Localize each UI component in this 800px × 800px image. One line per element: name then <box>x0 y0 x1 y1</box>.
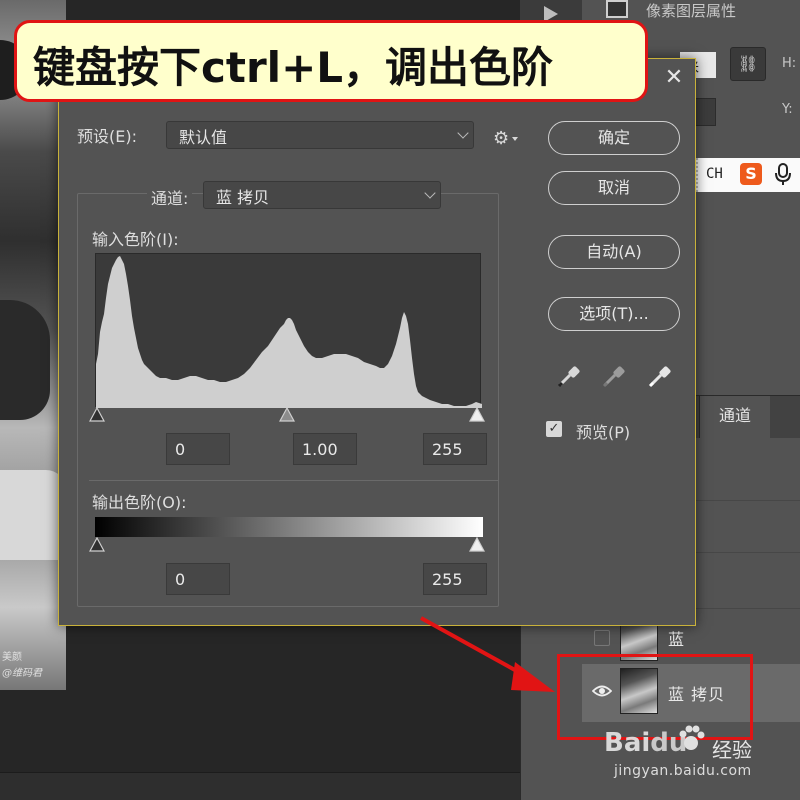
properties-title: 像素图层属性 <box>646 2 737 20</box>
ok-button[interactable]: 确定 <box>548 121 680 155</box>
canvas-status-strip <box>0 772 520 800</box>
photo-shape <box>0 470 66 560</box>
caret-down-icon[interactable] <box>512 137 518 141</box>
close-icon[interactable]: ✕ <box>653 59 695 99</box>
photo-watermark-line2: @维码君 <box>2 668 42 679</box>
y-label: Y: <box>782 102 793 117</box>
preview-checkbox[interactable]: ✓ <box>546 421 562 437</box>
watermark-url: jingyan.baidu.com <box>614 763 752 779</box>
link-icon[interactable]: ⛓ <box>730 47 766 81</box>
input-black-slider[interactable] <box>89 407 105 423</box>
input-white-field[interactable]: 255 <box>423 433 487 465</box>
input-gamma-slider[interactable] <box>279 407 295 423</box>
histogram-graph <box>96 256 482 408</box>
cancel-button[interactable]: 取消 <box>548 171 680 205</box>
input-levels-label: 输入色阶(I): <box>92 230 179 249</box>
levels-dialog: ✕ 预设(E): 默认值 ⚙ 通道: 蓝 拷贝 输入色阶(I): 0 1.00 … <box>58 58 696 626</box>
input-gamma-field[interactable]: 1.00 <box>293 433 357 465</box>
instruction-text: 键盘按下ctrl+L，调出色阶 <box>33 43 554 92</box>
preview-label: 预览(P) <box>576 423 631 442</box>
input-black-field[interactable]: 0 <box>166 433 230 465</box>
output-black-field[interactable]: 0 <box>166 563 230 595</box>
output-white-field[interactable]: 255 <box>423 563 487 595</box>
channel-value: 蓝 拷贝 <box>216 188 270 207</box>
instruction-banner: 键盘按下ctrl+L，调出色阶 <box>14 20 648 102</box>
baidu-logo-bai: Bai <box>604 728 651 758</box>
preset-value: 默认值 <box>179 128 228 147</box>
histogram <box>95 253 482 408</box>
channel-name: 蓝 <box>668 630 686 649</box>
chevron-down-icon <box>424 187 436 199</box>
input-white-slider[interactable] <box>469 407 485 423</box>
baidu-logo: Baidu <box>604 728 687 758</box>
visibility-toggle[interactable] <box>594 630 610 646</box>
photo-shape <box>0 300 50 420</box>
chevron-down-icon <box>457 127 469 139</box>
preset-label: 预设(E): <box>77 127 137 146</box>
preset-select[interactable]: 默认值 <box>166 121 474 149</box>
jingyan-text: 经验 <box>712 738 752 762</box>
microphone-icon[interactable] <box>772 162 794 186</box>
sogou-logo-icon[interactable]: S <box>740 163 762 185</box>
h-label: H: <box>782 56 797 71</box>
channel-name: 蓝 拷贝 <box>668 685 726 704</box>
output-white-slider[interactable] <box>469 537 485 553</box>
output-gradient-bar <box>95 517 483 537</box>
white-eyedropper-icon[interactable] <box>647 363 673 389</box>
channel-thumbnail <box>620 668 658 714</box>
pixel-layer-icon <box>606 0 628 18</box>
channel-label: 通道: <box>147 185 193 209</box>
channel-select[interactable]: 蓝 拷贝 <box>203 181 441 209</box>
auto-button[interactable]: 自动(A) <box>548 235 680 269</box>
output-levels-label: 输出色阶(O): <box>92 493 187 512</box>
separator <box>89 480 499 481</box>
ime-language[interactable]: CH <box>706 166 723 182</box>
gray-eyedropper-icon[interactable] <box>601 363 627 389</box>
photo-watermark-line1: 美颜 <box>2 652 22 663</box>
tab-channels[interactable]: 通道 <box>700 396 770 438</box>
options-button[interactable]: 选项(T)... <box>548 297 680 331</box>
photo-canvas[interactable]: 美颜 @维码君 <box>0 0 66 690</box>
eye-icon[interactable] <box>592 684 612 698</box>
black-eyedropper-icon[interactable] <box>556 363 582 389</box>
gear-icon[interactable]: ⚙ <box>493 128 509 149</box>
output-black-slider[interactable] <box>89 537 105 553</box>
baidu-paw-icon <box>679 725 705 750</box>
